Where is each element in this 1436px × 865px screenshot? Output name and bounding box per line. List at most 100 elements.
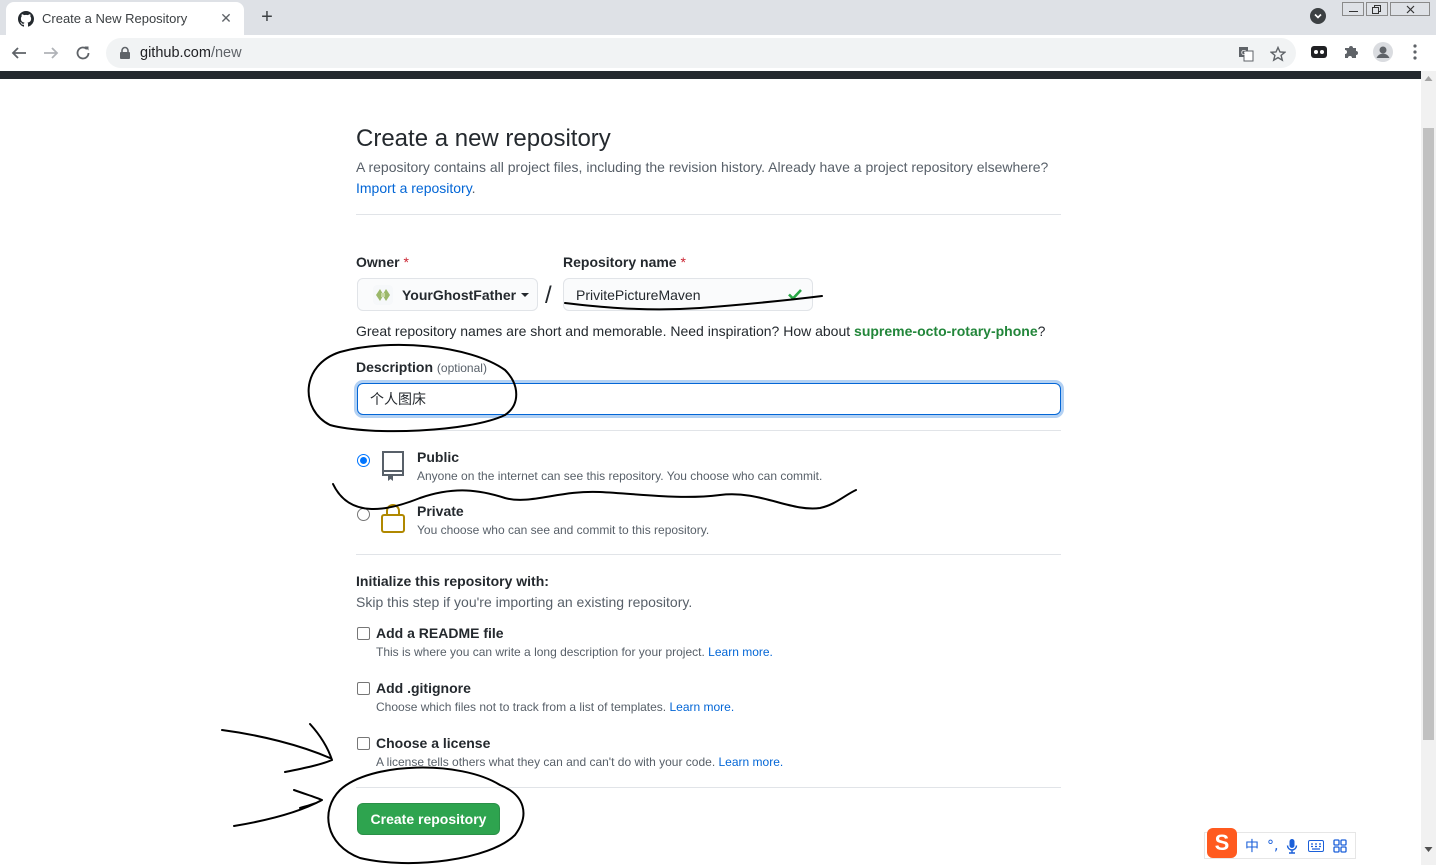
import-repository-link[interactable]: Import a repository [356,180,472,196]
close-icon[interactable]: ✕ [218,10,234,27]
license-checkbox[interactable] [357,737,370,750]
minimize-button[interactable] [1342,2,1364,16]
learn-more-link[interactable]: Learn more. [708,645,773,659]
avatar [373,284,393,305]
import-period: . [471,180,476,196]
readme-checkbox[interactable] [357,627,370,640]
lock-icon [120,46,130,59]
reload-button[interactable] [71,41,95,65]
divider [356,214,1061,215]
minimize-icon [1348,11,1358,12]
readme-label[interactable]: Add a README file [376,625,504,641]
hint-question-mark: ? [1037,323,1046,339]
divider [356,787,1061,788]
gitignore-description: Choose which files not to track from a l… [376,700,734,714]
scrollbar-thumb[interactable] [1423,128,1434,740]
check-icon [788,289,802,301]
ime-toolbar[interactable]: S 中 °, [1204,827,1356,859]
readme-description-text: This is where you can write a long descr… [376,645,705,659]
gitignore-checkbox[interactable] [357,682,370,695]
profile-avatar-icon[interactable] [1372,41,1394,63]
caret-down-icon [521,292,530,297]
repo-name-label: Repository name * [563,254,686,270]
translate-icon[interactable]: G [1237,45,1255,63]
arrow-lower [233,789,323,827]
required-mark: * [680,254,686,270]
extensions-puzzle-icon[interactable] [1340,41,1362,63]
address-bar[interactable]: github.com/new G [106,38,1296,68]
private-description: You choose who can see and commit to thi… [417,523,710,537]
restore-button[interactable] [1366,2,1388,16]
bookmark-star-icon[interactable] [1269,45,1287,63]
gitignore-label[interactable]: Add .gitignore [376,680,471,696]
owner-name: YourGhostFather [402,286,517,303]
keyboard-icon[interactable] [1308,839,1325,852]
private-radio[interactable] [357,508,370,521]
import-line: Import a repository. [356,180,476,196]
chevron-down-icon [1314,13,1322,19]
hint-text: Great repository names are short and mem… [356,323,851,339]
private-title: Private [417,503,464,519]
required-mark: * [403,254,409,270]
scroll-down-arrow-icon[interactable] [1424,846,1433,854]
ime-punctuation-toggle[interactable]: °, [1267,838,1278,854]
repository-name-input[interactable] [563,278,813,311]
license-label[interactable]: Choose a license [376,735,490,751]
description-label-text: Description [356,359,434,375]
page-subtitle: A repository contains all project files,… [356,159,1048,175]
forward-button[interactable] [39,41,63,65]
scroll-up-arrow-icon[interactable] [1424,74,1433,82]
learn-more-link[interactable]: Learn more. [669,700,734,714]
browser-window: Create a New Repository ✕ + github.com /… [0,0,1436,865]
owner-repo-separator: / [545,282,552,309]
extension-mask-icon[interactable] [1308,41,1330,63]
init-subtitle: Skip this step if you're importing an ex… [356,594,693,610]
github-icon [18,10,34,27]
sogou-logo-icon: S [1207,827,1237,858]
repo-name-label-text: Repository name [563,254,677,270]
page-subtitle-text: A repository contains all project files,… [356,159,1049,175]
optional-hint: (optional) [436,361,487,375]
arrow-left-icon [11,47,26,59]
new-tab-button[interactable]: + [256,6,278,28]
public-radio[interactable] [357,454,370,467]
lock-icon [381,504,405,533]
back-button[interactable] [7,41,31,65]
microphone-icon[interactable] [1286,838,1298,854]
public-title: Public [417,449,460,465]
tab-search-button[interactable] [1310,8,1326,24]
owner-label: Owner * [356,254,409,270]
more-menu-icon[interactable] [1404,41,1426,63]
reload-icon [76,46,90,60]
create-repository-button[interactable]: Create repository [357,803,500,835]
url-host: github.com [140,45,211,61]
description-input[interactable] [357,383,1061,415]
gitignore-description-text: Choose which files not to track from a l… [376,700,667,714]
repo-name-hint: Great repository names are short and mem… [356,323,1045,339]
ime-mode-toggle[interactable]: 中 [1245,836,1259,856]
repo-book-icon [382,451,404,481]
suggested-name-link[interactable]: supreme-octo-rotary-phone [854,323,1038,339]
divider [356,554,1061,555]
license-description-text: A license tells others what they can and… [376,755,716,769]
ime-menu-grid-icon[interactable] [1333,838,1348,853]
learn-more-link[interactable]: Learn more. [719,755,784,769]
close-window-icon [1406,5,1414,13]
close-window-button[interactable] [1390,2,1430,16]
tab-title: Create a New Repository [42,11,188,26]
restore-icon [1372,4,1381,14]
arrow-right-icon [44,47,59,59]
owner-select[interactable]: YourGhostFather [357,278,538,311]
page-title: Create a new repository [356,125,611,152]
svg-text:G: G [1241,49,1246,57]
description-label: Description (optional) [356,359,487,375]
browser-toolbar: github.com/new G [0,35,1436,71]
public-description: Anyone on the internet can see this repo… [417,469,823,483]
tab-active[interactable]: Create a New Repository ✕ [6,2,244,35]
init-title: Initialize this repository with: [356,573,549,589]
visibility-underline [332,483,857,510]
github-header-strip [0,71,1421,79]
owner-label-text: Owner [356,254,400,270]
annotation-scribbles [221,295,857,865]
license-description: A license tells others what they can and… [376,755,783,769]
